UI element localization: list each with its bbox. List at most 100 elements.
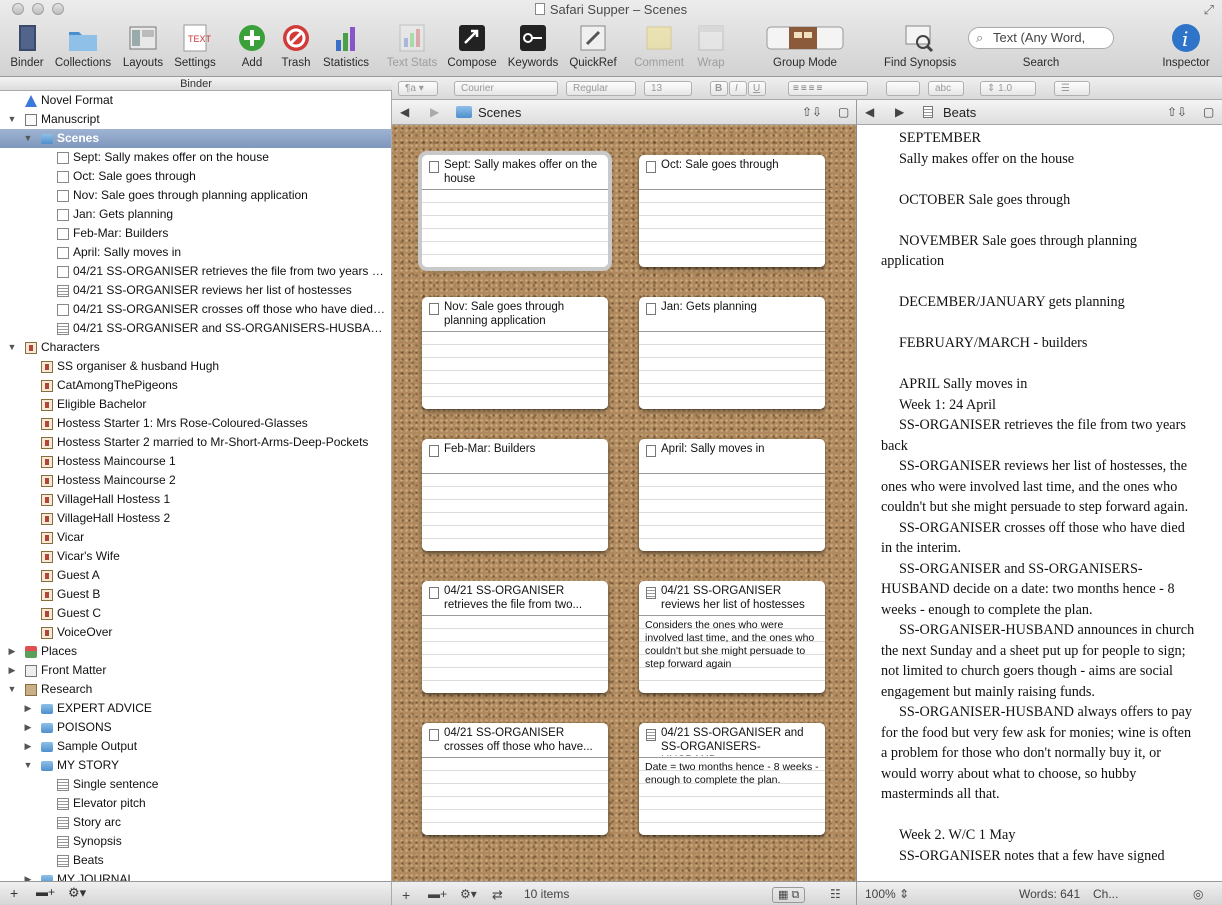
- index-card-synopsis[interactable]: Considers the ones who were involved las…: [639, 615, 825, 693]
- binder-item[interactable]: ▼ Scenes: [0, 129, 391, 148]
- binder-item[interactable]: SS organiser & husband Hugh: [0, 357, 391, 376]
- binder-item[interactable]: 04/21 SS-ORGANISER and SS-ORGANISERS-HUS…: [0, 319, 391, 338]
- add-item-icon[interactable]: +: [10, 885, 18, 901]
- editor-paragraph[interactable]: DECEMBER/JANUARY gets planning: [881, 292, 1199, 313]
- binder-item[interactable]: CatAmongThePigeons: [0, 376, 391, 395]
- editor-blank-line[interactable]: [881, 272, 1199, 293]
- editor-paragraph[interactable]: APRIL Sally moves in: [881, 374, 1199, 395]
- binder-item[interactable]: VillageHall Hostess 2: [0, 509, 391, 528]
- gear-icon[interactable]: ⚙▾: [460, 887, 477, 901]
- binder-item[interactable]: ▶ Front Matter: [0, 661, 391, 680]
- index-card-synopsis[interactable]: [422, 757, 608, 835]
- target-icon[interactable]: ◎: [1193, 887, 1203, 901]
- add-folder-icon[interactable]: ▬+: [36, 885, 55, 899]
- add-folder-icon[interactable]: ▬+: [428, 887, 447, 901]
- binder-item[interactable]: 04/21 SS-ORGANISER reviews her list of h…: [0, 281, 391, 300]
- editor-paragraph[interactable]: SS-ORGANISER-HUSBAND announces in church…: [881, 620, 1199, 702]
- toolbar-group-mode-button[interactable]: Group Mode: [750, 22, 860, 74]
- binder-item[interactable]: Guest B: [0, 585, 391, 604]
- editor-paragraph[interactable]: Week 2. W/C 1 May: [881, 825, 1199, 846]
- binder-item[interactable]: Oct: Sale goes through: [0, 167, 391, 186]
- disclosure-closed-icon[interactable]: ▶: [23, 718, 33, 737]
- index-card-synopsis[interactable]: [639, 331, 825, 409]
- editor-paragraph[interactable]: NOVEMBER Sale goes through planning appl…: [881, 231, 1199, 272]
- line-spacing-select[interactable]: ⇕ 1.0: [980, 81, 1036, 96]
- binder-item[interactable]: Hostess Maincourse 1: [0, 452, 391, 471]
- toolbar-inspector-button[interactable]: i Inspector: [1151, 22, 1221, 74]
- editor-paragraph[interactable]: SS-ORGANISER notes that a few have signe…: [881, 846, 1199, 867]
- binder-item[interactable]: Jan: Gets planning: [0, 205, 391, 224]
- disclosure-open-icon[interactable]: ▼: [7, 338, 17, 357]
- binder-item[interactable]: 04/21 SS-ORGANISER crosses off those who…: [0, 300, 391, 319]
- forward-arrow-icon[interactable]: ▶: [430, 105, 439, 119]
- binder-item[interactable]: ▶ EXPERT ADVICE: [0, 699, 391, 718]
- index-card[interactable]: April: Sally moves in: [639, 439, 825, 551]
- zoom-select[interactable]: 100% ⇕: [865, 887, 909, 901]
- disclosure-open-icon[interactable]: ▼: [7, 680, 17, 699]
- index-card[interactable]: 04/21 SS-ORGANISER reviews her list of h…: [639, 581, 825, 693]
- index-card-synopsis[interactable]: [422, 331, 608, 409]
- binder-item[interactable]: Guest C: [0, 604, 391, 623]
- editor-paragraph[interactable]: Sally makes offer on the house: [881, 149, 1199, 170]
- binder-item[interactable]: ▶ MY JOURNAL: [0, 870, 391, 881]
- binder-item[interactable]: VoiceOver: [0, 623, 391, 642]
- index-card[interactable]: Sept: Sally makes offer on the house: [422, 155, 608, 267]
- toolbar-wrap-button[interactable]: Wrap: [676, 22, 746, 74]
- index-card[interactable]: Jan: Gets planning: [639, 297, 825, 409]
- binder-outline[interactable]: Novel Format ▼ Manuscript ▼ Scenes Sept: Sall…: [0, 91, 392, 881]
- split-view-icon[interactable]: ▢: [838, 105, 849, 119]
- index-card[interactable]: 04/21 SS-ORGANISER and SS-ORGANISERS-HUS…: [639, 723, 825, 835]
- binder-item[interactable]: Hostess Maincourse 2: [0, 471, 391, 490]
- disclosure-open-icon[interactable]: ▼: [23, 756, 33, 775]
- search-input[interactable]: ⌕ Text (Any Word,: [968, 27, 1114, 49]
- editor-paragraph[interactable]: Week 1: 24 April: [881, 395, 1199, 416]
- text-editor[interactable]: SEPTEMBER Sally makes offer on the house O…: [857, 125, 1222, 881]
- alignment-buttons[interactable]: ≡≡≡≡: [788, 81, 868, 96]
- font-size-select[interactable]: 13: [644, 81, 692, 96]
- editor-blank-line[interactable]: [881, 169, 1199, 190]
- binder-item[interactable]: Feb-Mar: Builders: [0, 224, 391, 243]
- editor-paragraph[interactable]: SS-ORGANISER reviews her list of hostess…: [881, 456, 1199, 518]
- split-view-icon[interactable]: ▢: [1203, 105, 1214, 119]
- editor-blank-line[interactable]: [881, 354, 1199, 375]
- index-card[interactable]: 04/21 SS-ORGANISER retrieves the file fr…: [422, 581, 608, 693]
- index-card-synopsis[interactable]: [639, 473, 825, 551]
- binder-item[interactable]: ▼ Manuscript: [0, 110, 391, 129]
- binder-item[interactable]: ▶ POISONS: [0, 718, 391, 737]
- underline-button[interactable]: U: [748, 81, 766, 96]
- index-card[interactable]: Oct: Sale goes through: [639, 155, 825, 267]
- forward-arrow-icon[interactable]: ▶: [895, 105, 904, 119]
- index-card-synopsis[interactable]: Date = two months hence - 8 weeks - enou…: [639, 757, 825, 835]
- binder-item[interactable]: Hostess Starter 1: Mrs Rose-Coloured-Gla…: [0, 414, 391, 433]
- disclosure-closed-icon[interactable]: ▶: [7, 661, 17, 680]
- italic-button[interactable]: I: [729, 81, 747, 96]
- binder-item[interactable]: VillageHall Hostess 1: [0, 490, 391, 509]
- index-card[interactable]: Feb-Mar: Builders: [422, 439, 608, 551]
- index-card[interactable]: Nov: Sale goes through planning applicat…: [422, 297, 608, 409]
- up-down-arrows-icon[interactable]: ⇧⇩: [802, 105, 822, 119]
- binder-item[interactable]: ▶ Sample Output: [0, 737, 391, 756]
- index-card-title[interactable]: 04/21 SS-ORGANISER reviews her list of h…: [661, 584, 819, 614]
- binder-item[interactable]: ▼ Characters: [0, 338, 391, 357]
- binder-item[interactable]: Beats: [0, 851, 391, 870]
- disclosure-open-icon[interactable]: ▼: [7, 110, 17, 129]
- disclosure-closed-icon[interactable]: ▶: [23, 737, 33, 756]
- index-card-title[interactable]: Oct: Sale goes through: [661, 158, 819, 188]
- binder-item[interactable]: ▼ MY STORY: [0, 756, 391, 775]
- document-proxy-icon[interactable]: [534, 3, 545, 15]
- corkboard-layout-toggle[interactable]: ▦ ⧉: [772, 887, 806, 903]
- index-card-title[interactable]: 04/21 SS-ORGANISER crosses off those who…: [444, 726, 602, 756]
- font-family-select[interactable]: Courier: [454, 81, 558, 96]
- back-arrow-icon[interactable]: ◀: [865, 105, 874, 119]
- index-card-title[interactable]: Nov: Sale goes through planning applicat…: [444, 300, 602, 330]
- binder-item[interactable]: ▼ Research: [0, 680, 391, 699]
- disclosure-closed-icon[interactable]: ▶: [23, 699, 33, 718]
- gear-icon[interactable]: ⚙▾: [68, 885, 86, 901]
- editor-blank-line[interactable]: [881, 313, 1199, 334]
- editor-paragraph[interactable]: SS-ORGANISER-HUSBAND always offers to pa…: [881, 702, 1199, 805]
- disclosure-closed-icon[interactable]: ▶: [7, 642, 17, 661]
- paragraph-style-menu[interactable]: ¶a ▾: [398, 81, 438, 96]
- index-card-synopsis[interactable]: [422, 189, 608, 267]
- index-card-title[interactable]: Sept: Sally makes offer on the house: [444, 158, 602, 188]
- index-card-synopsis[interactable]: [422, 473, 608, 551]
